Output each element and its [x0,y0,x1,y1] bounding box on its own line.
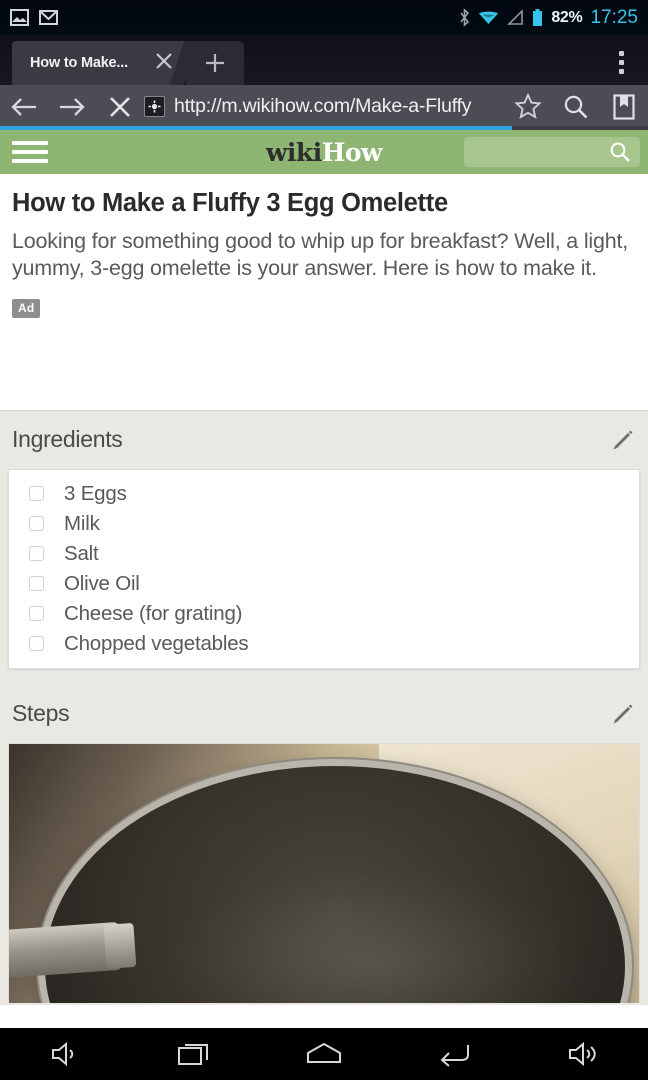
forward-button[interactable] [48,85,96,128]
list-item[interactable]: Salt [9,539,639,569]
tab-close-button[interactable] [150,47,178,75]
list-item[interactable]: Olive Oil [9,569,639,599]
stop-loading-button[interactable] [96,85,144,128]
article-intro-text: Looking for something good to whip up fo… [12,229,629,281]
volume-down-button[interactable] [20,1028,110,1080]
list-item[interactable]: 3 Eggs [9,479,639,509]
bookmark-icon [613,93,635,120]
pencil-edit-icon[interactable] [606,699,636,729]
list-item[interactable]: Milk [9,509,639,539]
site-menu-button[interactable] [0,141,62,163]
battery-percent: 82% [551,8,583,26]
status-bar-system: 82% 17:25 [459,7,638,29]
hamburger-menu-icon-line [12,159,48,163]
close-icon [156,53,172,69]
ingredients-section: Ingredients 3 Eggs Milk Salt Olive Oil C… [0,410,648,685]
android-status-bar: 82% 17:25 [0,0,648,35]
list-item-label: Salt [64,541,99,565]
photo-pan-handle [9,921,123,978]
search-icon [610,142,630,162]
arrow-right-icon [60,97,85,116]
arrow-left-icon [11,97,36,116]
clock: 17:25 [590,6,638,28]
android-navigation-bar [0,1028,648,1080]
back-button[interactable] [0,85,48,128]
checkbox-icon[interactable] [29,606,44,622]
pencil-edit-icon[interactable] [606,425,636,455]
ingredients-header: Ingredients [0,411,648,469]
status-bar-notifications [10,9,58,26]
hamburger-menu-icon-line [12,150,48,154]
home-button[interactable] [279,1028,369,1080]
volume-up-icon [569,1041,596,1067]
screenshot-image-icon [10,9,29,26]
list-item[interactable]: Cheese (for grating) [9,599,639,629]
hamburger-menu-icon-line [12,141,48,145]
volume-up-button[interactable] [538,1028,628,1080]
page-title: How to Make a Fluffy 3 Egg Omelette [12,189,448,217]
steps-heading: Steps [12,700,70,727]
ad-badge: Ad [12,298,41,318]
page-content: How to Make a Fluffy 3 Egg Omelette Look… [0,174,648,1080]
logo-text-how: How [321,137,383,167]
star-icon [514,93,542,119]
search-icon [564,95,588,118]
page-info-icon[interactable] [144,96,165,117]
browser-url-bar: http://m.wikihow.com/Make-a-Fluffy [0,85,648,128]
checkbox-icon[interactable] [29,486,44,502]
bluetooth-icon [460,8,470,27]
home-icon [306,1042,341,1063]
ad-slot[interactable] [12,317,636,410]
list-item-label: Cheese (for grating) [64,601,243,625]
site-search-input[interactable] [464,137,640,167]
list-item-label: Olive Oil [64,571,140,595]
ingredients-card: 3 Eggs Milk Salt Olive Oil Cheese (for g… [8,468,640,669]
wikihow-site-header: wikiHow [0,130,648,174]
browser-tab-strip: How to Make... [0,35,648,85]
bookmark-star-button[interactable] [504,85,552,128]
signal-icon [507,9,524,25]
volume-down-icon [51,1041,74,1067]
list-item-label: Chopped vegetables [64,631,249,655]
list-item-label: Milk [64,511,100,535]
more-vertical-icon-dot [618,50,624,56]
more-vertical-icon-dot [618,59,624,65]
tab-title: How to Make... [30,55,128,71]
checkbox-icon[interactable] [29,636,44,652]
step-image[interactable] [8,742,640,1003]
device-screen: 82% 17:25 How to Make... http://m.wikiho… [0,0,648,1080]
logo-text-wiki: wiki [265,137,322,167]
ingredients-heading: Ingredients [12,426,123,453]
url-text: http://m.wikihow.com/Make-a-Fluffy [174,95,472,117]
back-button[interactable] [409,1028,499,1080]
url-input[interactable]: http://m.wikihow.com/Make-a-Fluffy [144,85,504,128]
steps-section: Steps [0,684,648,1005]
browser-overflow-menu-button[interactable] [602,41,640,83]
recent-apps-button[interactable] [149,1028,239,1080]
close-icon [110,96,130,117]
browser-search-button[interactable] [552,85,600,128]
checkbox-icon[interactable] [29,576,44,592]
new-tab-button[interactable] [186,41,244,85]
checkbox-icon[interactable] [29,546,44,562]
list-item[interactable]: Chopped vegetables [9,629,639,659]
gmail-icon [39,10,58,25]
plus-icon [206,54,224,72]
steps-header: Steps [0,685,648,743]
wifi-icon [479,11,499,24]
battery-icon [533,8,543,26]
recent-apps-icon [178,1044,209,1065]
checkbox-icon[interactable] [29,516,44,532]
list-item-label: 3 Eggs [64,481,127,505]
photo-pan-sheen [165,873,585,1003]
back-arrow-icon [440,1045,469,1067]
bookmarks-button[interactable] [600,85,648,128]
article-intro-block: How to Make a Fluffy 3 Egg Omelette Look… [0,174,648,410]
more-vertical-icon-dot [618,68,624,74]
